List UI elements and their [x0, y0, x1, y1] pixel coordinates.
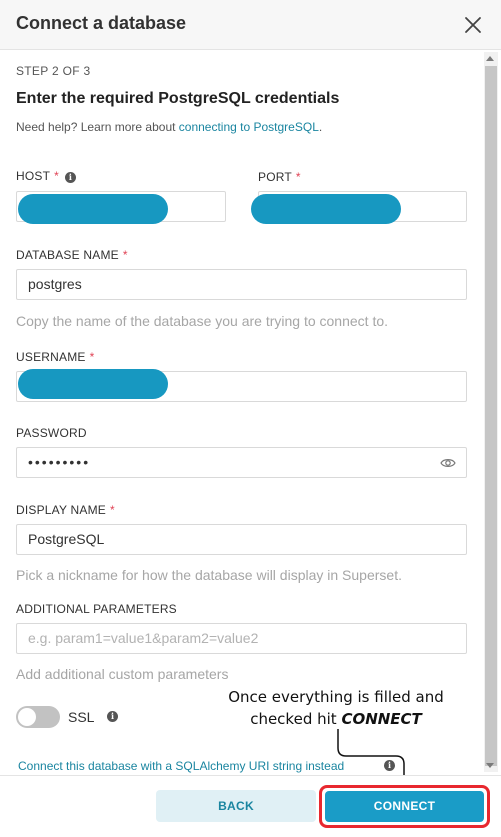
- close-icon[interactable]: [463, 15, 483, 35]
- additional-parameters-label: ADDITIONAL PARAMETERS: [16, 602, 177, 616]
- instruction-annotation: Once everything is filled and checked hi…: [220, 686, 452, 730]
- annotation-prefix: checked hit: [250, 710, 342, 728]
- required-marker: *: [89, 350, 95, 364]
- help-text: Need help? Learn more about connecting t…: [16, 120, 322, 134]
- ssl-label: SSL: [68, 709, 95, 725]
- step-indicator: STEP 2 OF 3: [16, 64, 91, 78]
- annotation-line-2: checked hit CONNECT: [220, 708, 452, 730]
- database-name-label: DATABASE NAME *: [16, 248, 128, 262]
- username-label: USERNAME *: [16, 350, 95, 364]
- database-name-label-text: DATABASE NAME: [16, 248, 119, 262]
- annotation-line-1: Once everything is filled and: [228, 688, 444, 706]
- display-name-input[interactable]: PostgreSQL: [16, 524, 467, 555]
- scrollbar[interactable]: [484, 52, 498, 772]
- required-marker: *: [110, 503, 115, 517]
- sqlalchemy-uri-link[interactable]: Connect this database with a SQLAlchemy …: [18, 759, 344, 773]
- connect-button[interactable]: CONNECT: [325, 791, 484, 822]
- database-name-hint: Copy the name of the database you are tr…: [16, 313, 389, 329]
- info-icon[interactable]: i: [107, 711, 118, 722]
- display-name-hint: Pick a nickname for how the database wil…: [16, 567, 402, 583]
- username-label-text: USERNAME: [16, 350, 86, 364]
- port-label: PORT *: [258, 170, 301, 184]
- redaction-overlay: [18, 369, 168, 399]
- info-icon[interactable]: i: [65, 172, 77, 183]
- help-prefix: Need help? Learn more about: [16, 120, 179, 134]
- modal-title: Connect a database: [16, 13, 187, 33]
- password-label: PASSWORD: [16, 426, 87, 440]
- required-marker: *: [54, 169, 60, 183]
- additional-parameters-input[interactable]: e.g. param1=value1&param2=value2: [16, 623, 467, 654]
- additional-parameters-hint: Add additional custom parameters: [16, 666, 229, 682]
- database-name-input[interactable]: postgres: [16, 269, 467, 300]
- back-button[interactable]: BACK: [156, 790, 316, 822]
- info-icon[interactable]: i: [384, 760, 395, 771]
- scroll-down-arrow-icon[interactable]: [486, 763, 494, 768]
- step-heading: Enter the required PostgreSQL credential…: [16, 90, 340, 107]
- host-label-text: HOST: [16, 169, 51, 183]
- eye-icon[interactable]: [440, 456, 456, 472]
- display-name-label-text: DISPLAY NAME: [16, 503, 106, 517]
- redaction-overlay: [18, 194, 168, 224]
- required-marker: *: [295, 170, 301, 184]
- help-suffix: .: [318, 120, 323, 134]
- required-marker: *: [122, 248, 128, 262]
- display-name-label: DISPLAY NAME *: [16, 503, 115, 517]
- modal-header: Connect a database: [0, 0, 501, 50]
- password-input[interactable]: •••••••••: [16, 447, 467, 478]
- annotation-emphasis: CONNECT: [341, 710, 422, 728]
- password-value: •••••••••: [28, 454, 91, 470]
- scroll-up-arrow-icon[interactable]: [486, 56, 494, 61]
- ssl-toggle[interactable]: [16, 706, 60, 728]
- port-label-text: PORT: [258, 170, 292, 184]
- scroll-thumb[interactable]: [485, 66, 497, 766]
- help-link[interactable]: connecting to PostgreSQL: [179, 120, 319, 134]
- redaction-overlay: [251, 194, 401, 224]
- host-label: HOST * i: [16, 169, 77, 183]
- toggle-knob: [18, 708, 36, 726]
